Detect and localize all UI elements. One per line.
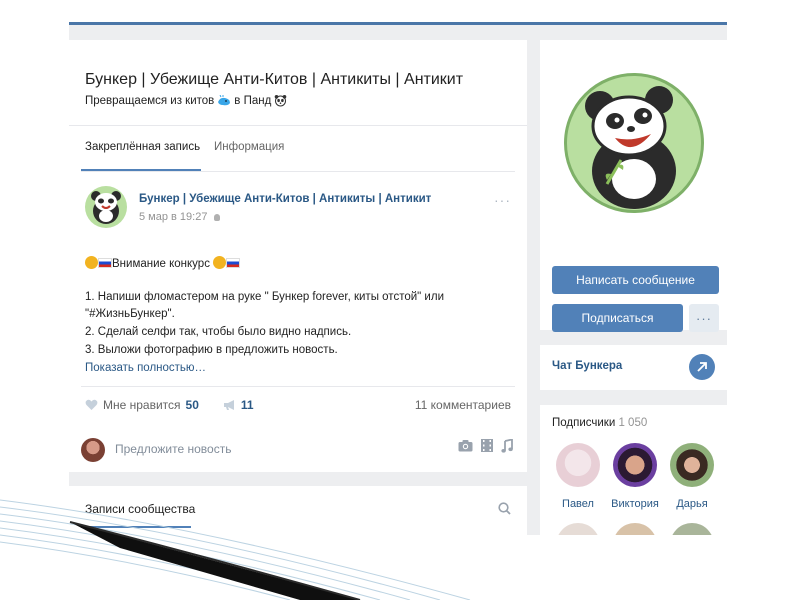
post-line-4: 3. Выложи фотографию в предложить новост…	[85, 344, 338, 356]
group-header-card: Бункер | Убежище Анти-Китов | Антикиты |…	[69, 40, 527, 433]
page-title: Бункер | Убежище Анти-Китов | Антикиты |…	[85, 71, 464, 88]
contest-text: Внимание конкурс	[112, 258, 210, 270]
medal-icon	[85, 256, 98, 269]
subscriber-item[interactable]: Дарья	[664, 443, 720, 510]
repost-button[interactable]: 11	[223, 398, 254, 412]
user-avatar[interactable]	[81, 438, 105, 462]
chat-open-button[interactable]	[689, 354, 715, 380]
post-contest-line: Внимание конкурс	[85, 256, 241, 270]
attachment-icons	[458, 439, 513, 453]
tab-pinned-post[interactable]: Закреплённая запись	[85, 141, 200, 153]
post-actions-divider	[81, 386, 515, 387]
panda-face-icon	[275, 95, 287, 107]
community-posts-card: Записи сообщества	[69, 486, 527, 535]
like-label: Мне нравится	[103, 398, 181, 412]
subscriber-avatar	[613, 443, 657, 487]
megaphone-icon	[223, 400, 234, 410]
whale-icon	[218, 94, 231, 105]
arrow-up-right-icon	[697, 362, 707, 372]
like-count: 50	[185, 398, 199, 412]
post-line-3: 2. Сделай селфи так, чтобы было видно на…	[85, 326, 352, 338]
slide: Бункер | Убежище Анти-Китов | Антикиты |…	[0, 0, 800, 600]
header-divider	[69, 125, 527, 126]
medal-icon	[213, 256, 227, 269]
suggest-news-input[interactable]: Предложите новость	[115, 442, 231, 456]
video-icon[interactable]	[481, 439, 493, 452]
status-text-before: Превращаемся из китов	[85, 94, 215, 107]
repost-count: 11	[240, 398, 254, 412]
tab-information[interactable]: Информация	[214, 141, 284, 153]
more-actions-button[interactable]: ···	[689, 304, 719, 332]
apple-device-icon	[213, 214, 220, 221]
group-status: Превращаемся из китов в Панд	[85, 94, 287, 107]
subscribers-header[interactable]: Подписчики 1 050	[552, 417, 647, 429]
chat-link[interactable]: Чат Бункера	[552, 360, 622, 372]
camera-icon[interactable]	[458, 439, 473, 452]
search-icon[interactable]	[498, 502, 511, 515]
tab-community-posts[interactable]: Записи сообщества	[85, 502, 195, 516]
heart-icon	[85, 399, 98, 410]
subscriber-avatar[interactable]	[556, 523, 600, 535]
subscriber-avatar	[670, 443, 714, 487]
community-posts-indicator	[81, 526, 191, 528]
subscriber-avatar	[556, 443, 600, 487]
post-line-1: 1. Напиши фломастером на руке " Бункер f…	[85, 291, 444, 303]
post-date-text: 5 мар в 19:27	[139, 211, 208, 223]
group-chat-card[interactable]: Чат Бункера	[540, 345, 727, 390]
music-note-icon[interactable]	[501, 439, 513, 453]
subscribers-card: Подписчики 1 050 Павел Виктория Дарья	[540, 405, 727, 535]
subscribers-title: Подписчики	[552, 417, 616, 429]
subscriber-name: Павел	[562, 498, 594, 510]
status-text-mid: в Панд	[234, 94, 272, 107]
subscriber-item[interactable]: Виктория	[607, 443, 663, 510]
post-date[interactable]: 5 мар в 19:27	[139, 211, 220, 223]
subscriber-avatar[interactable]	[670, 523, 714, 535]
subscriber-name: Дарья	[676, 498, 708, 510]
suggest-news-bar: Предложите новость	[69, 427, 527, 472]
show-more-link[interactable]: Показать полностью…	[85, 362, 206, 374]
panda-logo-icon	[585, 86, 676, 209]
like-button[interactable]: Мне нравится 50	[85, 398, 199, 412]
subscriber-item[interactable]: Павел	[550, 443, 606, 510]
vk-group-page: Бункер | Убежище Анти-Китов | Антикиты |…	[69, 25, 727, 535]
subscribe-button[interactable]: Подписаться	[552, 304, 683, 332]
subscriber-name: Виктория	[611, 498, 659, 510]
comments-link[interactable]: 11 комментариев	[415, 398, 511, 412]
subscribers-count: 1 050	[618, 417, 648, 429]
group-avatar-card: Написать сообщение Подписаться ···	[540, 40, 727, 332]
post-line-2: "#ЖизньБункер".	[85, 308, 175, 320]
post-author-avatar[interactable]	[85, 186, 127, 228]
russia-flag-icon	[226, 258, 241, 268]
russia-flag-icon	[98, 258, 112, 268]
post-author-link[interactable]: Бункер | Убежище Анти-Китов | Антикиты |…	[139, 193, 431, 205]
write-message-button[interactable]: Написать сообщение	[552, 266, 719, 294]
group-avatar[interactable]	[564, 73, 704, 213]
post-more-menu[interactable]: ···	[494, 192, 511, 208]
tabs-divider	[81, 171, 515, 172]
subscriber-avatar[interactable]	[613, 523, 657, 535]
post-actions: Мне нравится 50 11	[85, 398, 254, 412]
panda-logo-icon	[91, 191, 121, 224]
